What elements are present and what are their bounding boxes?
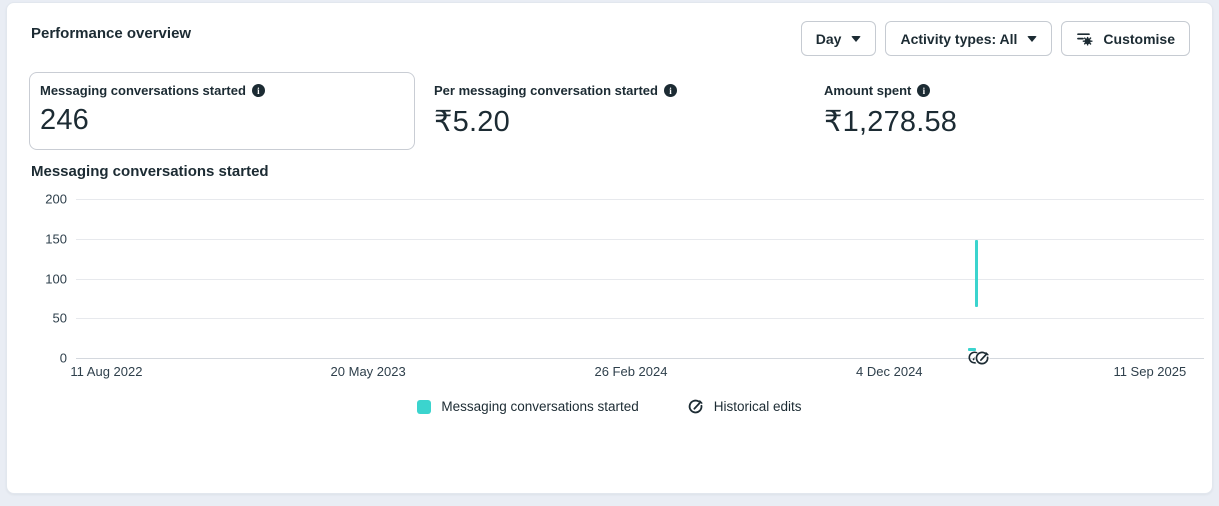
metric-label: Messaging conversations started — [40, 83, 246, 98]
metric-value: ₹1,278.58 — [824, 106, 958, 138]
metric-card-messaging-conversations-started[interactable]: Messaging conversations started 246 — [29, 72, 415, 150]
chart-title: Messaging conversations started — [31, 163, 269, 180]
customise-settings-icon — [1077, 33, 1093, 46]
x-axis: 11 Aug 2022 20 May 2023 26 Feb 2024 4 De… — [70, 359, 1204, 381]
gridline-100 — [76, 278, 1204, 280]
metric-card-per-messaging-conversation-started[interactable]: Per messaging conversation started ₹5.20 — [425, 72, 805, 150]
metric-label: Per messaging conversation started — [434, 83, 658, 98]
metric-label: Amount spent — [824, 83, 912, 98]
time-breakdown-label: Day — [815, 30, 842, 47]
page-title: Performance overview — [31, 25, 192, 42]
info-icon[interactable] — [663, 84, 677, 97]
time-breakdown-dropdown[interactable]: Day — [800, 21, 877, 56]
activity-types-label: Activity types: All — [900, 30, 1018, 47]
y-tick-label: 100 — [45, 271, 67, 286]
historical-edits-icon — [687, 398, 704, 415]
x-tick-label: 4 Dec 2024 — [856, 364, 923, 379]
performance-overview-panel: Performance overview Day Activity types:… — [6, 2, 1213, 494]
y-tick-label: 50 — [52, 310, 67, 326]
x-tick-label: 26 Feb 2024 — [594, 364, 668, 379]
info-icon[interactable] — [251, 84, 265, 97]
x-tick-label: 20 May 2023 — [330, 364, 406, 379]
chart-legend: Messaging conversations started Historic… — [7, 398, 1212, 415]
gridline-150 — [76, 238, 1204, 240]
metric-value: ₹5.20 — [434, 106, 510, 138]
y-tick-label: 0 — [59, 350, 67, 366]
toolbar: Day Activity types: All Customise — [800, 21, 1190, 56]
gridline-200 — [76, 199, 1204, 200]
gridline-50 — [76, 318, 1204, 320]
legend-item-historical-edits: Historical edits — [687, 398, 802, 415]
activity-types-dropdown[interactable]: Activity types: All — [885, 21, 1053, 56]
plot-area: 200 150 100 50 0 — [45, 192, 1204, 366]
panel-header: Performance overview Day Activity types:… — [7, 3, 1212, 56]
y-tick-label: 150 — [45, 231, 67, 247]
metric-value: 246 — [40, 104, 89, 136]
customise-label: Customise — [1103, 30, 1175, 47]
x-tick-label: 11 Sep 2025 — [1113, 364, 1187, 379]
x-tick-label: 11 Aug 2022 — [70, 364, 143, 379]
legend-swatch — [417, 399, 432, 414]
legend-series-label: Messaging conversations started — [441, 399, 639, 414]
customise-button[interactable]: Customise — [1061, 21, 1190, 56]
metric-card-amount-spent[interactable]: Amount spent ₹1,278.58 — [815, 72, 966, 150]
legend-item-series: Messaging conversations started — [417, 399, 639, 414]
series-spike[interactable] — [975, 239, 979, 307]
legend-edits-label: Historical edits — [713, 399, 802, 414]
y-tick-label: 200 — [45, 191, 67, 207]
chevron-down-icon — [1027, 35, 1038, 42]
info-icon[interactable] — [917, 84, 931, 97]
metrics-row: Messaging conversations started 246 Per … — [29, 72, 1188, 150]
chevron-down-icon — [851, 35, 862, 42]
